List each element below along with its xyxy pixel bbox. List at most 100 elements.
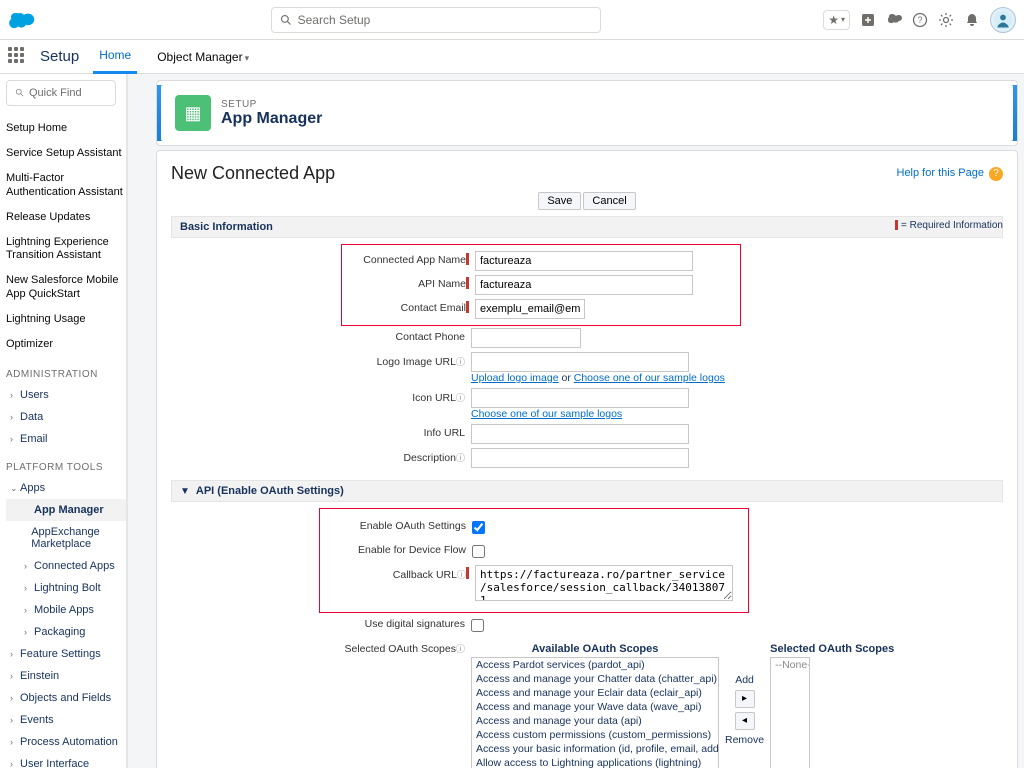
input-contact-email[interactable] xyxy=(475,299,585,319)
scope-option[interactable]: Access and manage your Wave data (wave_a… xyxy=(472,700,718,714)
label-enable-oauth: Enable OAuth Settings xyxy=(320,517,472,532)
nav-item[interactable]: ›Mobile Apps xyxy=(6,599,126,621)
input-info-url[interactable] xyxy=(471,424,689,444)
nav-link[interactable]: Lightning Experience Transition Assistan… xyxy=(6,230,126,268)
global-search-input[interactable]: Search Setup xyxy=(271,7,601,33)
save-button[interactable]: Save xyxy=(538,192,581,210)
chevron-right-icon: › xyxy=(24,583,34,593)
notifications-bell-icon[interactable] xyxy=(964,12,980,28)
nav-link[interactable]: Setup Home xyxy=(6,116,126,141)
choose-sample-icon-link[interactable]: Choose one of our sample logos xyxy=(471,408,622,420)
scope-option[interactable]: Allow access to Lightning applications (… xyxy=(472,756,718,768)
label-contact-phone: Contact Phone xyxy=(171,328,471,343)
chevron-right-icon: › xyxy=(10,715,20,725)
nav-item-apps[interactable]: ⌄Apps xyxy=(6,477,126,499)
input-description[interactable] xyxy=(471,448,689,468)
chevron-right-icon: › xyxy=(10,434,20,444)
tab-object-manager[interactable]: Object Manager▾ xyxy=(151,41,255,73)
page-title: App Manager xyxy=(221,110,322,128)
nav-link[interactable]: Service Setup Assistant xyxy=(6,141,126,166)
section-platform-tools: PLATFORM TOOLS xyxy=(6,450,126,477)
page-icon: ▦ xyxy=(175,95,211,131)
input-contact-phone[interactable] xyxy=(471,328,581,348)
scope-option[interactable]: Access and manage your data (api) xyxy=(472,714,718,728)
label-connected-app-name: Connected App Name xyxy=(342,251,472,266)
add-icon[interactable] xyxy=(860,12,876,28)
scopes-remove-label: Remove xyxy=(725,734,764,746)
label-logo-url: Logo Image URLⓘ xyxy=(171,352,471,368)
label-description: Descriptionⓘ xyxy=(171,448,471,464)
nav-item[interactable]: ›User Interface xyxy=(6,753,126,768)
input-logo-url[interactable] xyxy=(471,352,689,372)
nav-item[interactable]: ›Lightning Bolt xyxy=(6,577,126,599)
required-info-legend: = Required Information xyxy=(901,220,1003,231)
help-for-page-link[interactable]: Help for this Page xyxy=(897,167,984,179)
checkbox-enable-device-flow[interactable] xyxy=(472,545,485,558)
chevron-right-icon: › xyxy=(10,693,20,703)
scopes-add-button[interactable]: ▸ xyxy=(735,690,755,708)
chevron-down-icon: ▾ xyxy=(245,53,250,63)
cancel-button[interactable]: Cancel xyxy=(583,192,635,210)
nav-item[interactable]: ›Connected Apps xyxy=(6,555,126,577)
nav-item[interactable]: ›Feature Settings xyxy=(6,643,126,665)
salesforce-help-icon[interactable] xyxy=(886,12,902,28)
app-launcher-icon[interactable] xyxy=(8,47,28,67)
nav-item[interactable]: ›Data xyxy=(6,406,126,428)
label-api-name: API Name xyxy=(342,275,472,290)
nav-link[interactable]: Multi-Factor Authentication Assistant xyxy=(6,166,126,204)
input-icon-url[interactable] xyxy=(471,388,689,408)
nav-link[interactable]: Release Updates xyxy=(6,205,126,230)
scopes-remove-button[interactable]: ◂ xyxy=(735,712,755,730)
nav-link[interactable]: Lightning Usage xyxy=(6,307,126,332)
label-digital-signatures: Use digital signatures xyxy=(171,615,471,630)
nav-item[interactable]: ›Packaging xyxy=(6,621,126,643)
label-selected-scopes: Selected OAuth Scopesⓘ xyxy=(171,639,471,655)
section-api-oauth[interactable]: ▼API (Enable OAuth Settings) xyxy=(171,480,1003,502)
scopes-available-header: Available OAuth Scopes xyxy=(471,643,719,657)
chevron-right-icon: › xyxy=(10,737,20,747)
nav-item[interactable]: ›Objects and Fields xyxy=(6,687,126,709)
nav-link[interactable]: Optimizer xyxy=(6,332,126,357)
help-icon[interactable]: ? xyxy=(912,12,928,28)
upload-logo-link[interactable]: Upload logo image xyxy=(471,372,559,384)
user-avatar[interactable] xyxy=(990,7,1016,33)
label-info-url: Info URL xyxy=(171,424,471,439)
choose-sample-logo-link[interactable]: Choose one of our sample logos xyxy=(574,372,725,384)
nav-link[interactable]: New Salesforce Mobile App QuickStart xyxy=(6,268,126,306)
scopes-available-list[interactable]: Access Pardot services (pardot_api)Acces… xyxy=(471,657,719,768)
input-connected-app-name[interactable] xyxy=(475,251,693,271)
checkbox-enable-oauth[interactable] xyxy=(472,521,485,534)
checkbox-digital-signatures[interactable] xyxy=(471,619,484,632)
chevron-down-icon: ⌄ xyxy=(10,483,20,494)
chevron-right-icon: › xyxy=(10,649,20,659)
scope-option[interactable]: Access Pardot services (pardot_api) xyxy=(472,658,718,672)
setup-gear-icon[interactable] xyxy=(938,12,954,28)
input-callback-url[interactable] xyxy=(475,565,733,601)
scopes-selected-header: Selected OAuth Scopes xyxy=(770,643,894,657)
nav-item[interactable]: ›Events xyxy=(6,709,126,731)
scope-option[interactable]: Access custom permissions (custom_permis… xyxy=(472,728,718,742)
scope-option[interactable]: Access your basic information (id, profi… xyxy=(472,742,718,756)
chevron-right-icon: › xyxy=(10,671,20,681)
help-icon: ? xyxy=(989,167,1003,181)
search-icon xyxy=(15,88,25,98)
nav-item[interactable]: ›Users xyxy=(6,384,126,406)
chevron-right-icon: › xyxy=(24,627,34,637)
nav-item[interactable]: AppExchange Marketplace xyxy=(6,521,126,555)
scope-option[interactable]: Access and manage your Eclair data (ecla… xyxy=(472,686,718,700)
search-placeholder: Search Setup xyxy=(298,13,371,27)
label-contact-email: Contact Email xyxy=(342,299,472,314)
scope-option[interactable]: Access and manage your Chatter data (cha… xyxy=(472,672,718,686)
nav-item[interactable]: ›Email xyxy=(6,428,126,450)
scopes-selected-list[interactable]: --None-- xyxy=(770,657,810,768)
scopes-add-label: Add xyxy=(735,674,754,686)
nav-item[interactable]: ›Process Automation xyxy=(6,731,126,753)
nav-item[interactable]: App Manager xyxy=(6,499,126,521)
favorites-button[interactable]: ★ ▾ xyxy=(823,10,850,30)
salesforce-logo-icon[interactable] xyxy=(8,10,48,30)
tab-home[interactable]: Home xyxy=(93,39,137,74)
app-name: Setup xyxy=(40,48,79,65)
input-api-name[interactable] xyxy=(475,275,693,295)
quick-find-input[interactable]: Quick Find xyxy=(6,80,116,106)
nav-item[interactable]: ›Einstein xyxy=(6,665,126,687)
